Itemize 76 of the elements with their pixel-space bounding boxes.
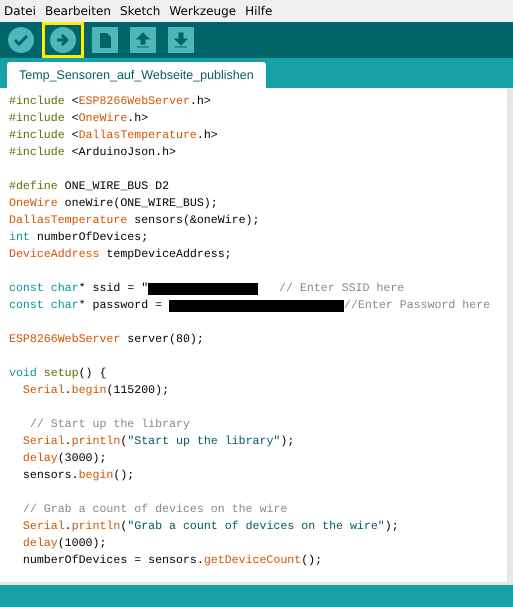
code-token: begin [72,383,106,399]
code-token: server(80); [126,332,204,348]
code-token: ( [120,434,128,450]
code-token: delay [22,451,58,467]
code-token: delay [22,536,58,552]
save-icon [167,26,195,54]
code-token: () { [78,366,106,382]
code-token: < [70,111,79,127]
sketch-tab[interactable]: Temp_Sensoren_auf_Webseite_publishen [7,62,266,88]
code-token: ( [120,519,128,535]
code-token: #include [9,145,65,161]
code-token: OneWire [78,111,128,127]
menu-item[interactable]: Bearbeiten [45,4,111,18]
code-token: (); [301,553,322,569]
menu-item[interactable]: Hilfe [245,4,272,18]
code-token: DeviceAddress [9,247,100,263]
code-token: // Grab a count of devices on the wire [22,502,288,518]
code-token: numberOfDevices; [36,230,148,246]
code-token: ONE_WIRE_BUS D2 [64,179,170,195]
code-token: setup [42,366,79,382]
code-token: #include [9,111,65,127]
code-token: ESP8266WebServer [9,332,120,348]
code-token: ); [384,519,399,535]
code-token: println [72,519,120,535]
code-token: sensors. [22,468,79,484]
code-token: .h> [196,128,218,144]
code-token: int [9,230,30,246]
verify-icon [7,26,35,54]
code-token: begin [78,468,114,484]
code-token: <ArduinoJson.h> [70,145,176,161]
code-token: OneWire [9,196,58,212]
code-token: .h> [127,111,148,127]
menu-item[interactable]: Werkzeuge [169,4,236,18]
code-token: // Enter SSID here [278,281,404,297]
code-token: const char [9,298,79,314]
code-token: ESP8266WebServer [78,94,190,110]
code-token: (); [113,468,134,484]
code-token: #include [9,128,65,144]
code-token: (1000); [58,536,106,552]
code-editor[interactable] [0,88,513,585]
code-token: println [72,434,120,450]
code-token: "Grab a count of devices on the wire" [127,519,385,535]
code-token: Serial [22,434,65,450]
code-token: . [64,383,72,399]
code-token: oneWire(ONE_WIRE_BUS); [64,196,218,212]
code-token: * ssid = " [78,281,148,297]
code-token: //Enter Password here [344,298,490,314]
code-token: tempDeviceAddress; [105,247,232,263]
code-token: < [70,128,79,144]
code-token: sensors(&oneWire); [133,213,260,229]
code-token: DallasTemperature [9,213,128,229]
code-token: // Start up the library [28,417,190,433]
open-icon [129,26,157,54]
code-token: void [9,366,37,382]
code-token: ); [280,434,294,450]
code-token: "Start up the library" [127,434,280,450]
code-token: < [70,94,79,110]
code-token: . [64,519,72,535]
code-token: (115200); [106,383,170,399]
code-token: #include [9,94,65,110]
upload-icon [49,26,77,54]
upload-button[interactable] [42,22,84,58]
code-token: numberOfDevices = sensors. [22,553,204,569]
new-icon [91,26,119,54]
menu-item[interactable]: Datei [4,4,36,18]
menu-item[interactable]: Sketch [120,4,160,18]
code-token: .h> [190,94,211,110]
code-token: const char [9,281,79,297]
code-token: #define [9,179,58,195]
code-token: * password = [78,298,164,314]
code-token: DallasTemperature [78,128,197,144]
code-token: Serial [22,383,65,399]
code-token: Serial [22,519,65,535]
code-token: getDeviceCount [204,553,302,569]
code-token: (3000); [58,451,106,467]
code-token: . [64,434,72,450]
